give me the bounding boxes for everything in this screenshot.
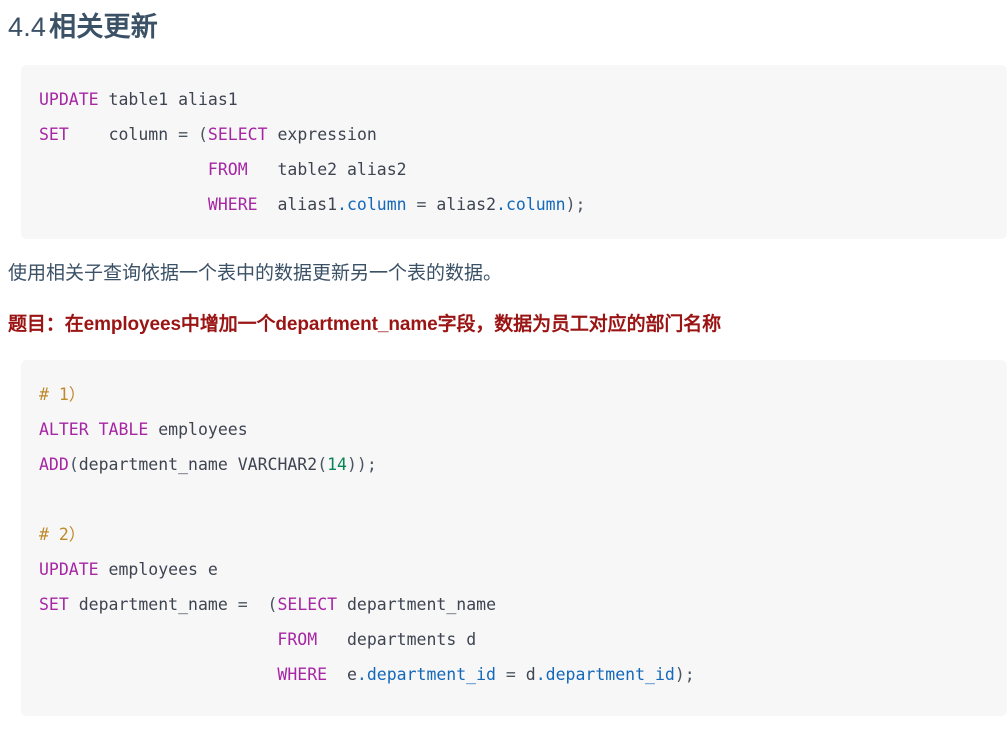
operator-equals-2: = [416, 195, 427, 214]
sql-identifier-department-name: department_name [78, 455, 228, 474]
sql-identifier-departments: departments [346, 630, 457, 649]
sql-property-department-id-left: .department_id [356, 665, 496, 684]
operator-equals-3: = [237, 595, 248, 614]
sql-comment-2: # 2） [39, 525, 86, 544]
paren-open: ( [197, 125, 208, 144]
sql-keyword-select-2: SELECT [277, 595, 338, 614]
paren-close-semicolon: ); [565, 195, 586, 214]
sql-identifier-employees: employees [158, 420, 248, 439]
document-page: 4.4 相关更新 UPDATE table1 alias1 SET column … [0, 0, 1007, 756]
code-content-1: UPDATE table1 alias1 SET column = (SELEC… [39, 82, 1007, 222]
sql-keyword-from: FROM [207, 160, 248, 179]
sql-ref-alias2: alias2 [436, 195, 497, 214]
paren-close-add: )); [347, 455, 377, 474]
sql-ref-alias1: alias1 [277, 195, 338, 214]
sql-alias-d: d [466, 630, 477, 649]
heading-section-number: 4.4 [8, 12, 47, 42]
description-paragraph: 使用相关子查询依据一个表中的数据更新另一个表的数据。 [8, 263, 503, 284]
sql-comment-1: # 1） [39, 385, 86, 404]
operator-equals-4: = [505, 665, 516, 684]
sql-keyword-add: ADD [39, 455, 69, 474]
sql-keyword-alter: ALTER [39, 420, 89, 439]
sql-alias-e: e [207, 560, 218, 579]
sql-keyword-update: UPDATE [39, 90, 99, 109]
sql-property-department-id-right: .department_id [535, 665, 675, 684]
page-title: 4.4 相关更新 [0, 0, 1007, 46]
sql-ref-d: d [525, 665, 536, 684]
sql-identifier-department-name-3: department_name [347, 595, 497, 614]
sql-property-column-right: .column [496, 195, 566, 214]
code-block-syntax-template[interactable]: UPDATE table1 alias1 SET column = (SELEC… [21, 65, 1007, 239]
paren-open-size: ( [317, 455, 328, 474]
sql-identifier-column: column [108, 125, 169, 144]
sql-keyword-table: TABLE [98, 420, 149, 439]
heading-section-title: 相关更新 [49, 12, 158, 42]
sql-identifier-department-name-2: department_name [78, 595, 228, 614]
sql-keyword-set: SET [39, 125, 69, 144]
sql-number-14: 14 [327, 455, 347, 474]
sql-keyword-select: SELECT [207, 125, 268, 144]
sql-keyword-set-2: SET [39, 595, 69, 614]
paren-open-subquery: ( [267, 595, 278, 614]
sql-property-column-left: .column [337, 195, 407, 214]
sql-type-varchar2: VARCHAR2 [237, 455, 318, 474]
sql-keyword-from-2: FROM [277, 630, 318, 649]
sql-identifier-table2: table2 [277, 160, 338, 179]
sql-identifier-expression: expression [277, 125, 377, 144]
sql-identifier-alias1: alias1 [178, 90, 238, 109]
code-block-solution[interactable]: # 1） ALTER TABLE employees ADD(departmen… [21, 360, 1007, 716]
code-content-2: # 1） ALTER TABLE employees ADD(departmen… [39, 377, 1007, 692]
sql-identifier-table1: table1 [108, 90, 169, 109]
sql-identifier-employees-2: employees [108, 560, 198, 579]
sql-keyword-update-2: UPDATE [39, 560, 99, 579]
sql-keyword-where: WHERE [207, 195, 258, 214]
sql-keyword-where-2: WHERE [277, 665, 328, 684]
operator-equals: = [178, 125, 189, 144]
paren-close-semicolon-2: ); [674, 665, 695, 684]
sql-ref-e: e [346, 665, 357, 684]
task-note: 题目：在employees中增加一个department_name字段，数据为员… [8, 314, 722, 335]
paren-open-add: ( [68, 455, 79, 474]
sql-identifier-alias2: alias2 [347, 160, 407, 179]
